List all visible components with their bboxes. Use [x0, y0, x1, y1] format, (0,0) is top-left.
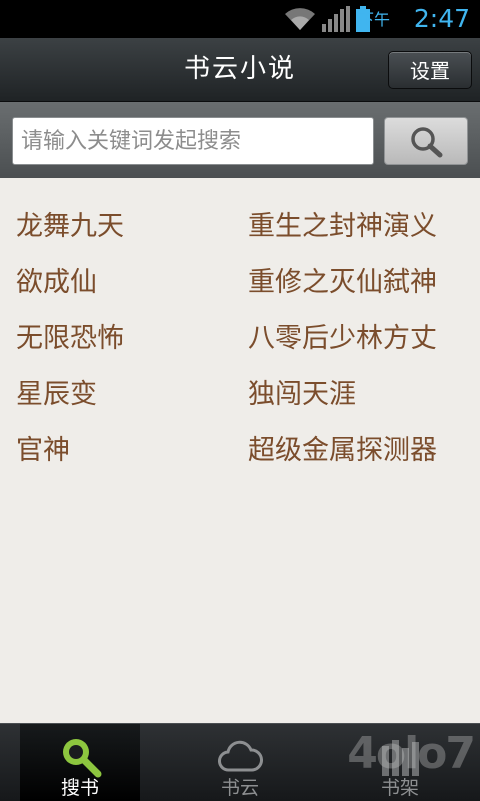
search-input[interactable]	[12, 117, 374, 165]
search-bar	[0, 102, 480, 178]
signal-icon	[322, 6, 350, 32]
search-icon	[411, 127, 443, 158]
wifi-icon	[285, 8, 315, 31]
tab-search-books[interactable]: 搜书	[20, 724, 140, 801]
book-link[interactable]: 无限恐怖	[16, 322, 124, 356]
book-link[interactable]: 官神	[16, 434, 70, 468]
book-link[interactable]: 超级金属探测器	[248, 434, 437, 468]
title-bar: 书云小说 设置	[0, 38, 480, 102]
book-link[interactable]: 重生之封神演义	[248, 210, 437, 244]
cloud-icon	[218, 740, 263, 772]
book-link[interactable]: 龙舞九天	[16, 210, 124, 244]
book-link[interactable]: 重修之灭仙弑神	[248, 266, 437, 300]
tab-book-cloud[interactable]: 书云	[180, 724, 300, 801]
book-list: 龙舞九天 欲成仙 无限恐怖 星辰变 官神 重生之封神演义 重修之灭仙弑神 八零后…	[0, 178, 480, 723]
tab-label: 书云	[220, 777, 259, 799]
book-link[interactable]: 星辰变	[16, 378, 97, 412]
clock-ampm: 下午	[357, 10, 390, 29]
status-bar: 下午 2:47	[0, 0, 480, 38]
book-link[interactable]: 独闯天涯	[248, 378, 356, 412]
book-link[interactable]: 欲成仙	[16, 266, 97, 300]
settings-button[interactable]: 设置	[388, 51, 472, 89]
watermark-logo: 4olo7	[347, 728, 476, 779]
tab-label: 搜书	[60, 777, 99, 799]
clock-time: 2:47	[413, 4, 470, 33]
tab-label: 书架	[380, 777, 419, 799]
search-icon	[63, 739, 102, 778]
book-link[interactable]: 八零后少林方丈	[248, 322, 437, 356]
search-button[interactable]	[384, 117, 468, 165]
